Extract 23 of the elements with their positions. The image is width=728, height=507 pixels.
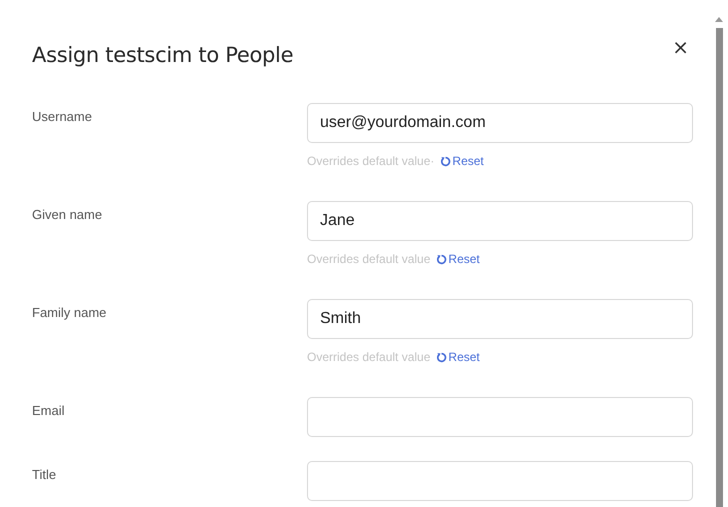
field-label: Email [32, 402, 65, 418]
reset-icon [436, 352, 448, 362]
field-label: Given name [32, 206, 102, 222]
override-hint: Overrides default value [307, 350, 430, 364]
reset-icon [436, 254, 448, 264]
input-field[interactable]: user@yourdomain.com [307, 103, 693, 143]
input-field[interactable] [307, 397, 693, 437]
reset-link[interactable]: Reset [436, 350, 480, 364]
close-button[interactable]: × [668, 36, 693, 58]
override-hint: Overrides default value [307, 252, 430, 266]
dialog-title: Assign testscim to People [32, 42, 294, 69]
reset-icon [440, 156, 452, 166]
scrollbar-thumb[interactable] [716, 28, 722, 507]
input-field[interactable]: Smith [307, 299, 693, 339]
input-field[interactable]: Jane [307, 201, 693, 241]
scroll-up-icon[interactable] [715, 16, 723, 22]
override-hint: Overrides default value· [307, 154, 434, 168]
field-label: Family name [32, 304, 106, 320]
input-field[interactable] [307, 461, 693, 501]
reset-link[interactable]: Reset [440, 154, 484, 168]
field-label: Title [32, 466, 56, 482]
field-label: Username [32, 108, 92, 124]
reset-link[interactable]: Reset [436, 252, 480, 266]
